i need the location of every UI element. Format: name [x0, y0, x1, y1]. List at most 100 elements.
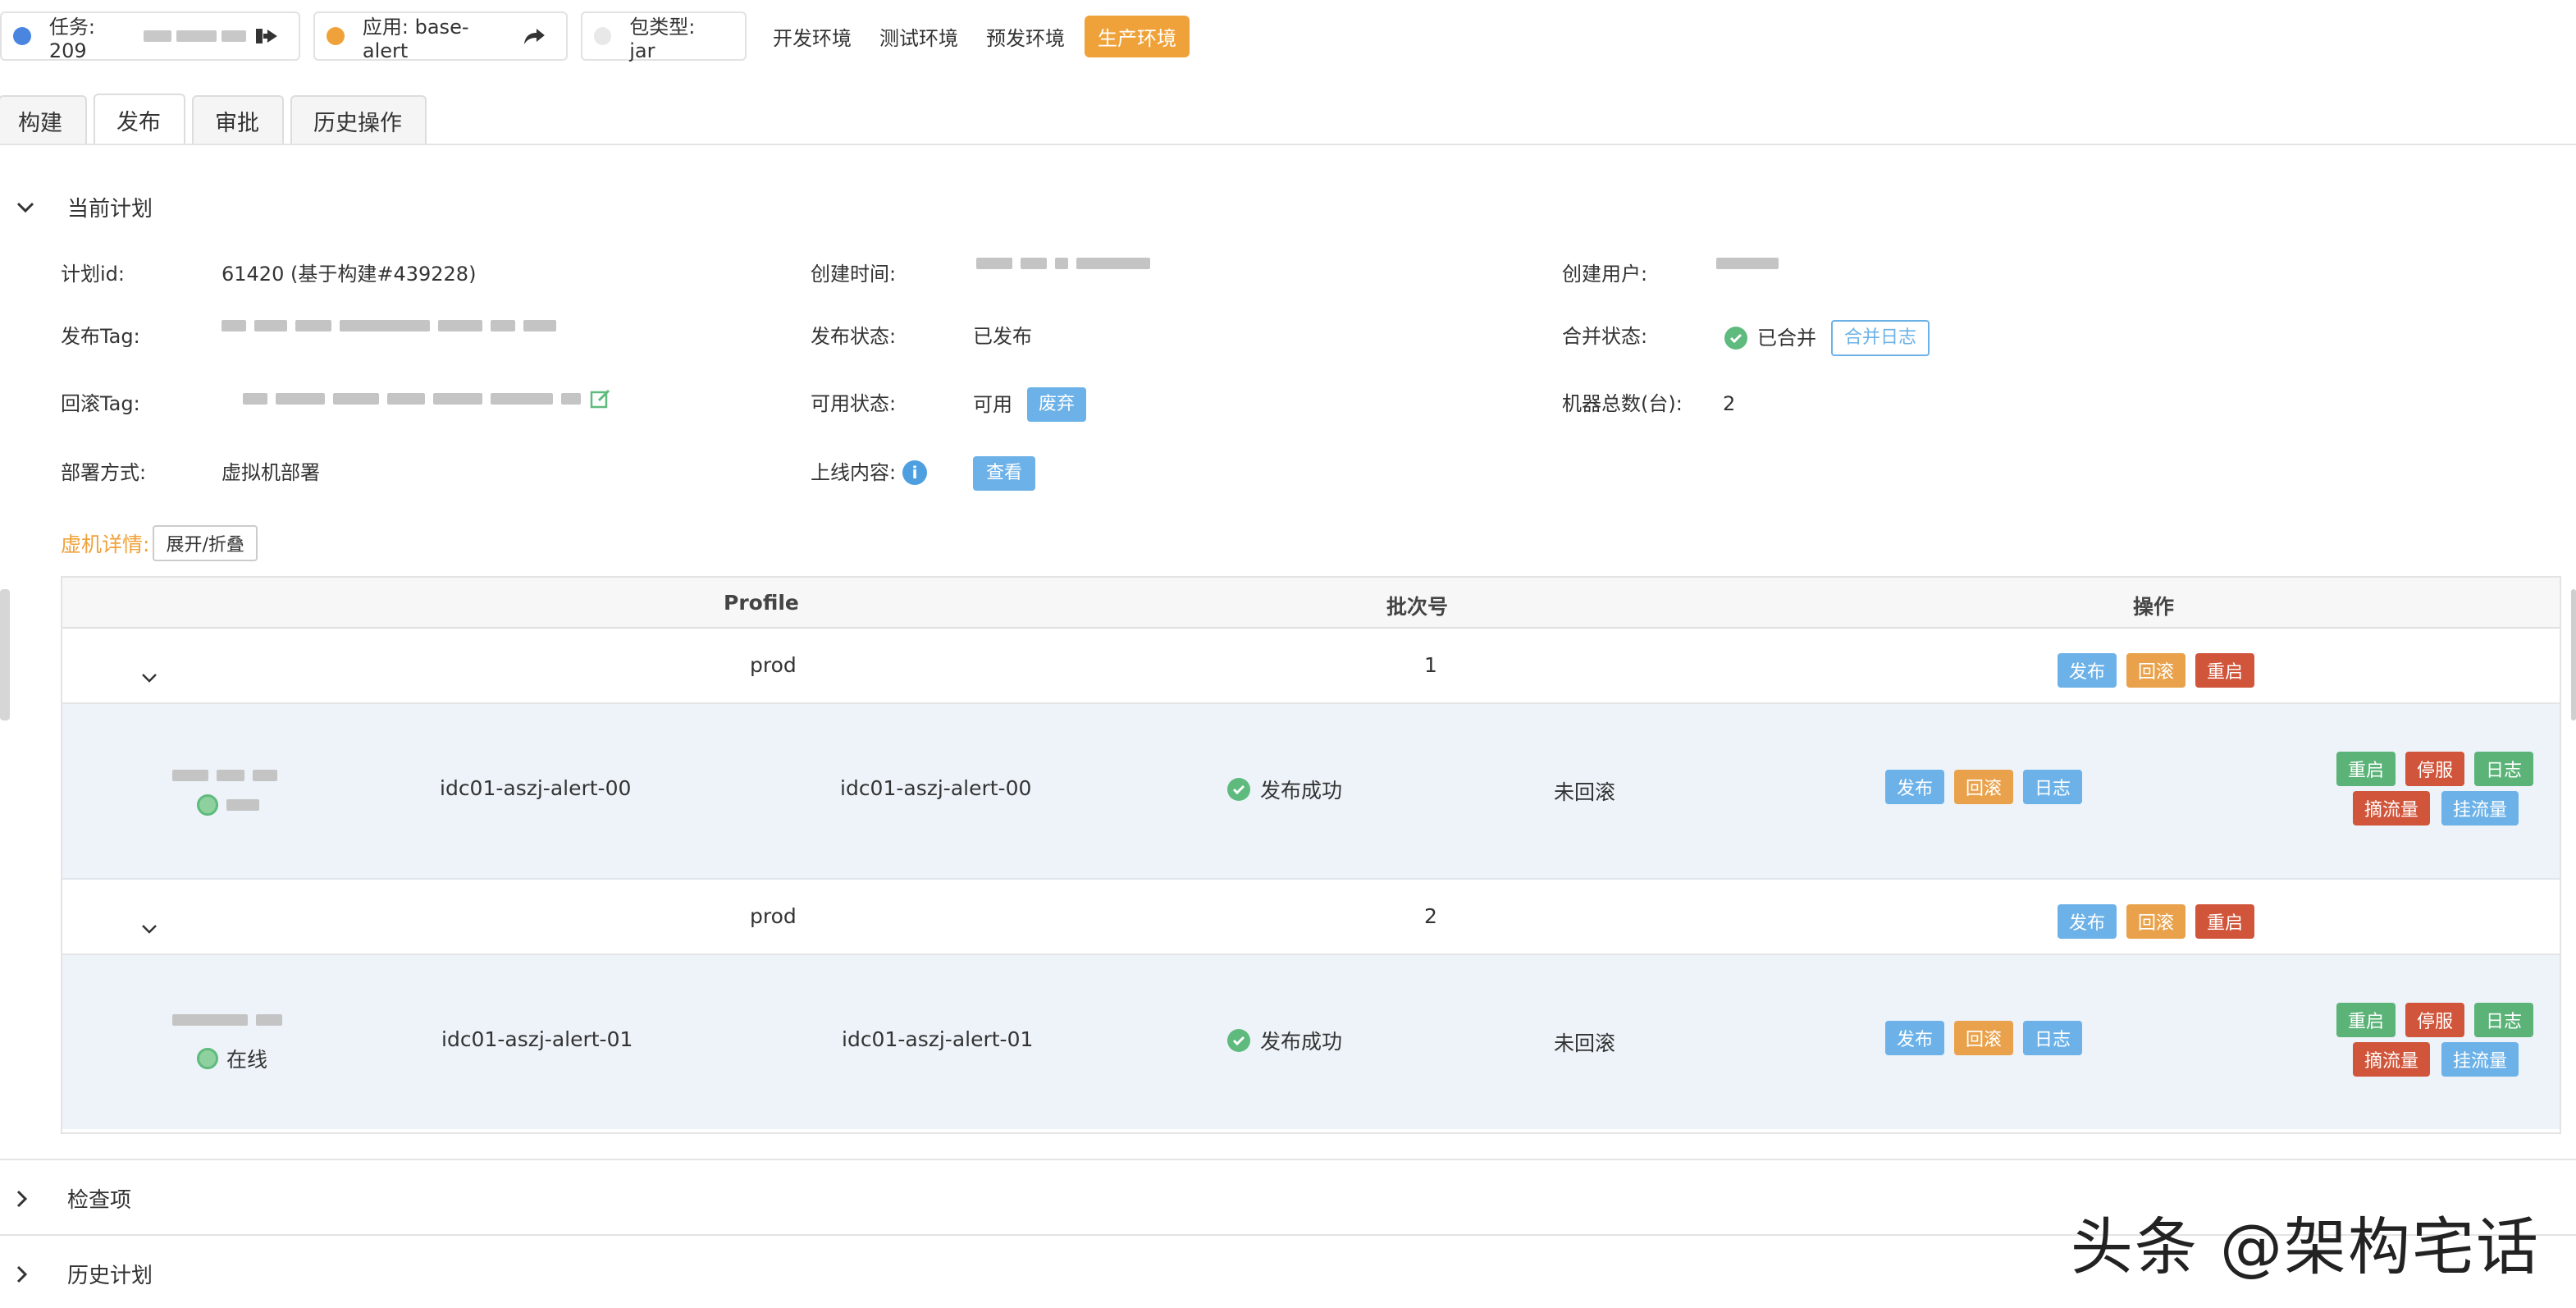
host-service-log-button[interactable]: 日志	[2474, 752, 2534, 786]
host-service-log-button[interactable]: 日志	[2474, 1003, 2534, 1037]
app-chip[interactable]: 应用: base-alert	[313, 11, 568, 62]
release-status-value: 已发布	[973, 325, 1032, 348]
host-instance: idc01-aszj-alert-00	[840, 776, 1032, 800]
tab-history-ops[interactable]: 历史操作	[290, 95, 427, 144]
chevron-right-icon	[16, 1190, 49, 1208]
env-link-test[interactable]: 测试环境	[879, 22, 958, 51]
host-release-status-text: 发布成功	[1260, 1030, 1343, 1054]
host-log-button[interactable]: 日志	[2023, 770, 2083, 804]
vm-detail-label: 虚机详情:	[61, 533, 150, 556]
host-name: idc01-aszj-alert-00	[440, 776, 632, 800]
deploy-mode-value: 虚拟机部署	[222, 461, 320, 484]
merge-log-button[interactable]: 合并日志	[1831, 320, 1930, 356]
host-instance: idc01-aszj-alert-01	[842, 1027, 1034, 1051]
tab-approval[interactable]: 审批	[192, 95, 284, 144]
check-circle-icon	[1227, 778, 1250, 801]
task-status-dot	[13, 27, 31, 45]
host-add-traffic-button[interactable]: 挂流量	[2441, 1042, 2519, 1077]
env-link-dev[interactable]: 开发环境	[773, 22, 852, 51]
online-status-text: 在线	[226, 1048, 268, 1072]
current-plan-header[interactable]: 当前计划	[16, 192, 153, 222]
host-rollback-status: 未回滚	[1554, 780, 1616, 804]
batch-restart-button[interactable]: 重启	[2195, 653, 2255, 688]
left-scrollbar[interactable]	[0, 589, 10, 720]
rollback-tag-value-redacted	[243, 387, 612, 410]
created-time-label: 创建时间:	[811, 263, 897, 286]
host-rollback-status: 未回滚	[1554, 1031, 1616, 1055]
machine-count-value: 2	[1723, 392, 1736, 415]
vm-table-header: Profile 批次号 操作	[62, 578, 2560, 629]
available-status-label: 可用状态:	[811, 392, 897, 415]
share-icon[interactable]	[523, 27, 545, 45]
batch-restart-button[interactable]: 重启	[2195, 904, 2255, 939]
redacted-task-id	[143, 30, 171, 42]
host-rollback-button[interactable]: 回滚	[1954, 1021, 2014, 1055]
host-row: idc01-aszj-alert-00 idc01-aszj-alert-00 …	[62, 704, 2560, 880]
created-user-label: 创建用户:	[1562, 263, 1648, 286]
plan-id-label: 计划id:	[61, 263, 125, 286]
host-log-button[interactable]: 日志	[2023, 1021, 2083, 1055]
batch-number: 2	[1424, 904, 1437, 928]
redacted-task-id	[222, 30, 247, 42]
chevron-down-icon[interactable]	[141, 665, 158, 688]
release-tag-label: 发布Tag:	[61, 325, 140, 348]
checks-section-header[interactable]: 检查项	[16, 1183, 131, 1214]
info-row-rollback-tag: 回滚Tag: 可用状态: 可用 废弃 机器总数(台): 2	[0, 387, 2576, 422]
batch-rollback-button[interactable]: 回滚	[2126, 653, 2186, 688]
history-plans-section-header[interactable]: 历史计划	[16, 1259, 153, 1289]
right-scrollbar[interactable]	[2571, 589, 2576, 720]
chevron-down-icon[interactable]	[141, 916, 158, 939]
package-chip: 包类型: jar	[581, 11, 747, 62]
check-circle-icon	[1724, 327, 1747, 350]
host-remove-traffic-button[interactable]: 摘流量	[2353, 791, 2431, 826]
expand-collapse-button[interactable]: 展开/折叠	[153, 525, 258, 561]
tab-bar: 构建 发布 审批 历史操作	[0, 94, 433, 144]
env-link-staging[interactable]: 预发环境	[986, 22, 1065, 51]
env-link-production-active[interactable]: 生产环境	[1085, 15, 1190, 57]
checks-section-title: 检查项	[67, 1188, 132, 1213]
batch-release-button[interactable]: 发布	[2058, 653, 2117, 688]
host-rollback-button[interactable]: 回滚	[1954, 770, 2014, 804]
hostname-redacted	[172, 770, 285, 781]
host-release-button[interactable]: 发布	[1885, 1021, 1945, 1055]
deploy-mode-label: 部署方式:	[61, 461, 147, 484]
info-row-plan: 计划id: 61420 (基于构建#439228) 创建时间: 创建用户:	[0, 258, 2576, 290]
batch-release-button[interactable]: 发布	[2058, 904, 2117, 939]
tab-release[interactable]: 发布	[94, 94, 185, 144]
batch-row: prod 2 发布 回滚 重启	[62, 880, 2560, 955]
batch-profile: prod	[750, 904, 797, 928]
exit-icon[interactable]	[256, 27, 277, 45]
host-add-traffic-button[interactable]: 挂流量	[2441, 791, 2519, 826]
merge-status-value: 已合并 合并日志	[1724, 320, 1930, 356]
info-icon[interactable]: i	[902, 460, 928, 485]
online-dot-icon	[197, 794, 218, 816]
vm-detail-bar: 虚机详情: 展开/折叠	[61, 525, 258, 561]
host-name: idc01-aszj-alert-01	[441, 1027, 633, 1051]
merge-status-text: 已合并	[1757, 327, 1816, 350]
host-remove-traffic-button[interactable]: 摘流量	[2353, 1042, 2431, 1077]
release-tag-value-redacted	[222, 320, 564, 332]
app-status-dot	[327, 27, 345, 45]
batch-rollback-button[interactable]: 回滚	[2126, 904, 2186, 939]
discard-button[interactable]: 废弃	[1027, 387, 1087, 422]
edit-icon[interactable]	[589, 387, 612, 410]
available-status-value: 可用 废弃	[973, 387, 1087, 422]
host-restart-button[interactable]: 重启	[2336, 1003, 2396, 1037]
host-release-status-text: 发布成功	[1260, 779, 1343, 803]
host-row: 在线 idc01-aszj-alert-01 idc01-aszj-alert-…	[62, 955, 2560, 1129]
host-release-button[interactable]: 发布	[1885, 770, 1945, 804]
available-status-text: 可用	[973, 393, 1012, 416]
tab-build[interactable]: 构建	[0, 95, 87, 144]
chevron-down-icon	[16, 202, 49, 213]
batch-number: 1	[1424, 653, 1437, 677]
view-button[interactable]: 查看	[973, 456, 1036, 491]
chevron-right-icon	[16, 1265, 49, 1283]
watermark: 头条 @架构宅话	[2070, 1210, 2540, 1283]
host-stop-button[interactable]: 停服	[2405, 1003, 2465, 1037]
host-release-status: 发布成功	[1227, 775, 1342, 804]
host-stop-button[interactable]: 停服	[2405, 752, 2465, 786]
rollback-tag-label: 回滚Tag:	[61, 392, 140, 415]
package-label: 包类型: jar	[629, 15, 696, 62]
task-chip[interactable]: 任务: 209	[0, 11, 300, 62]
host-restart-button[interactable]: 重启	[2336, 752, 2396, 786]
